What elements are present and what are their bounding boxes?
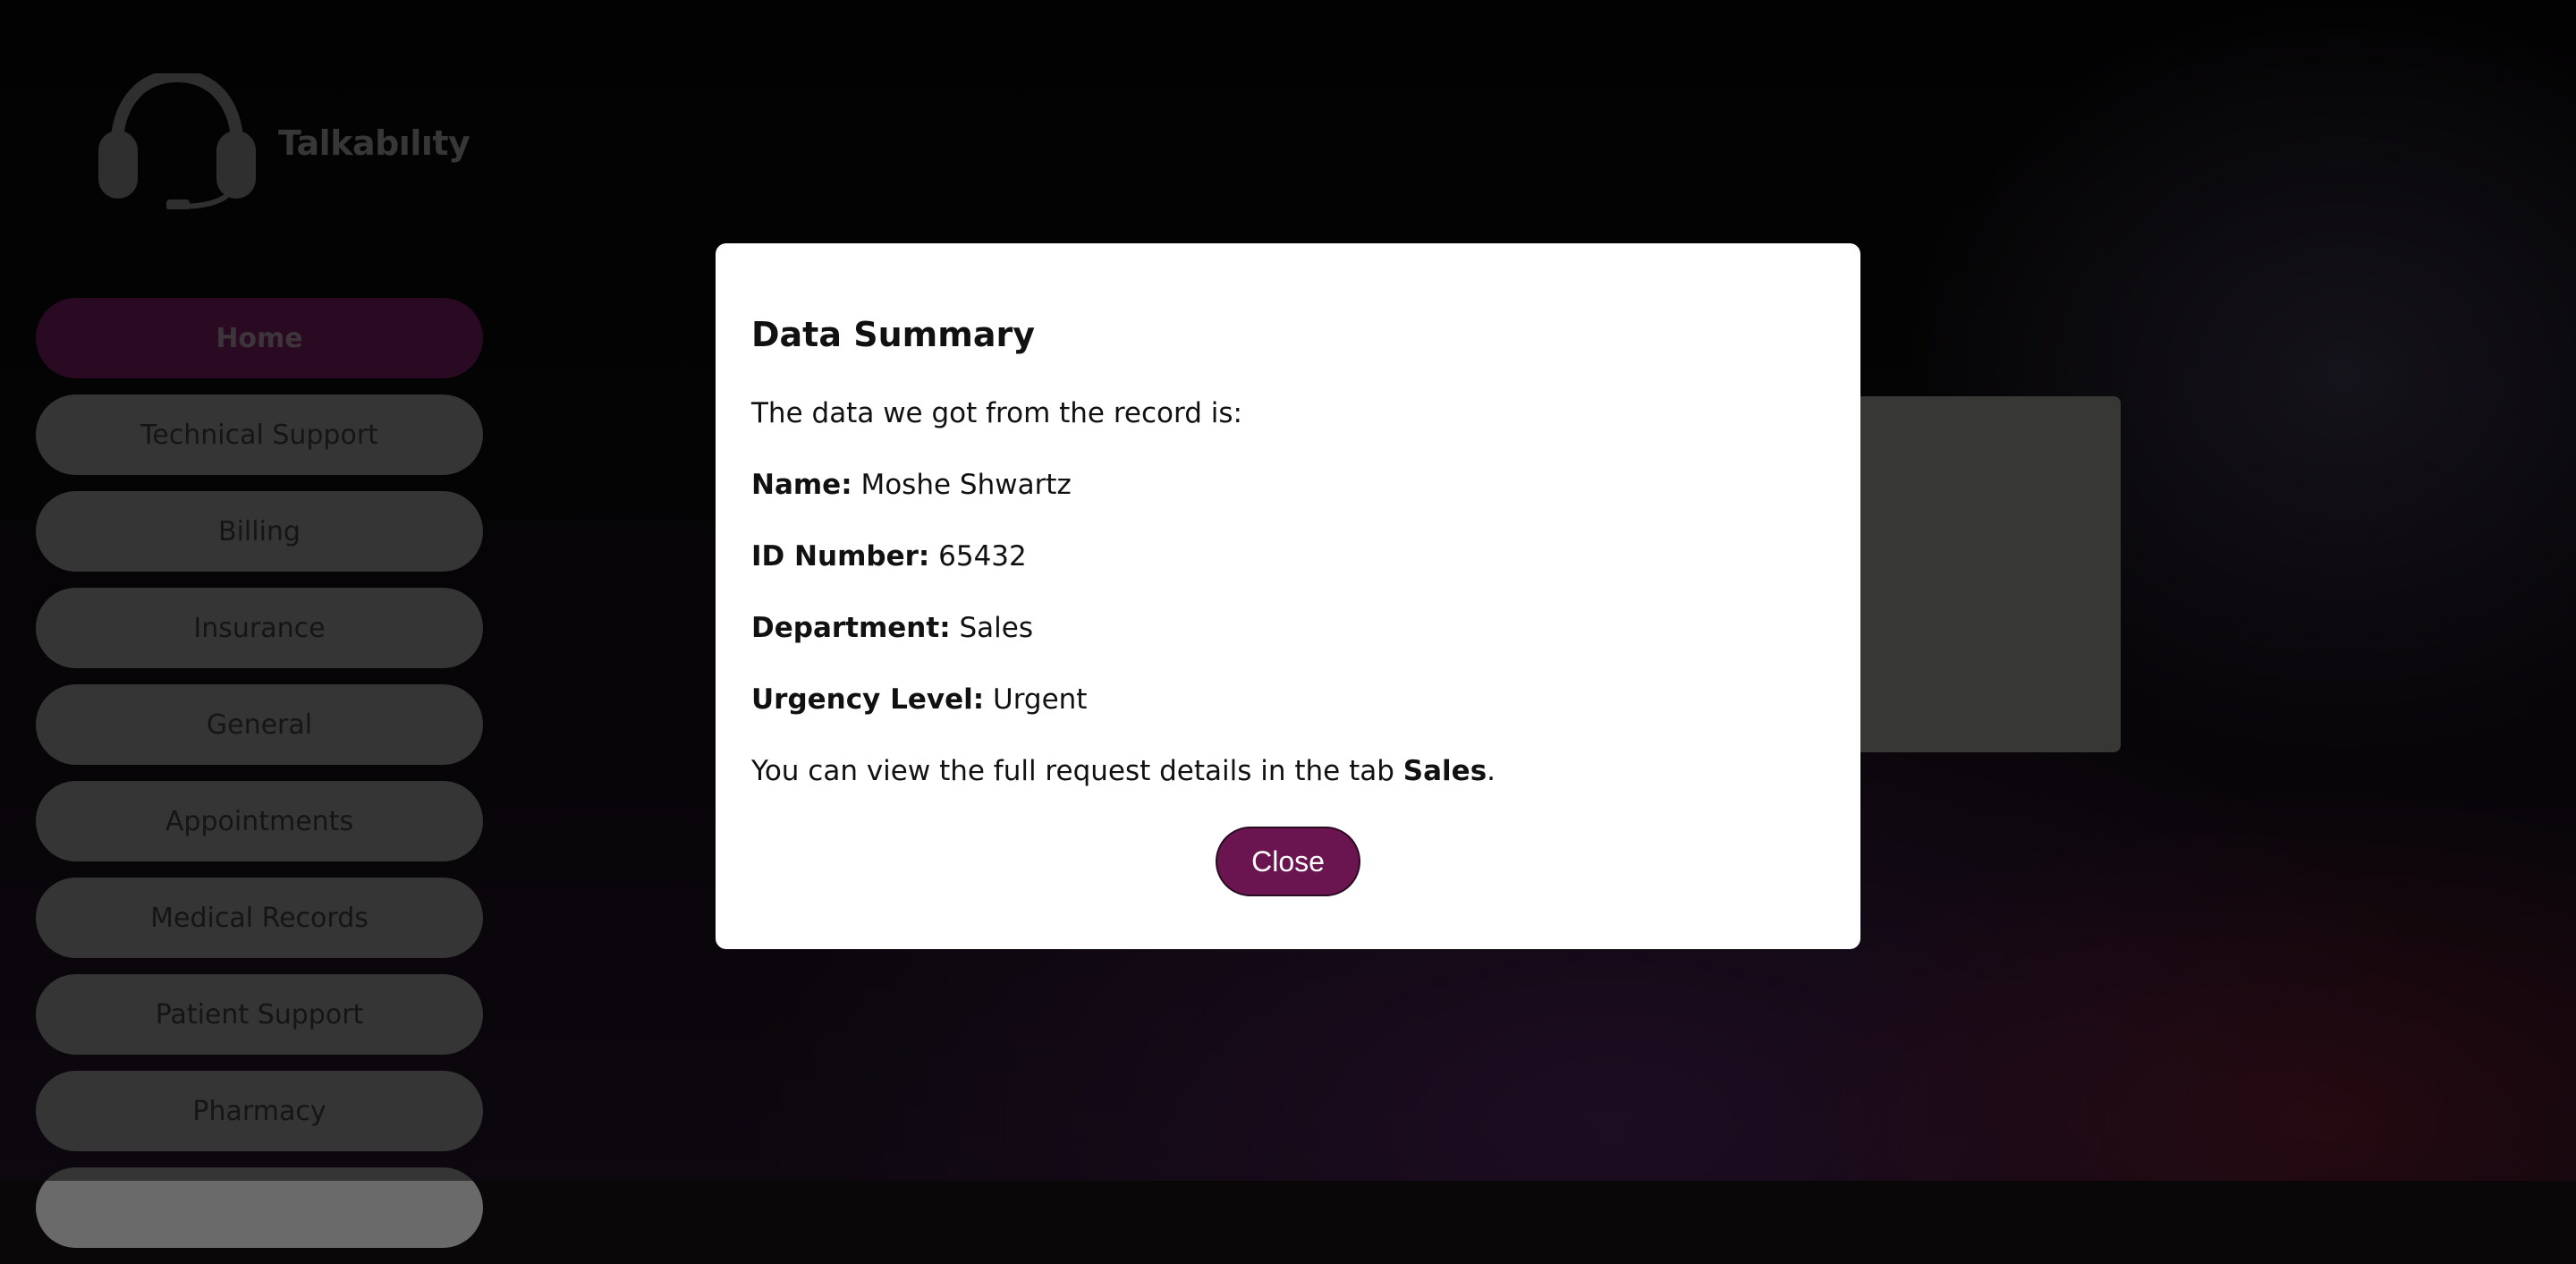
modal-footer-text: You can view the full request details in… bbox=[751, 755, 1496, 787]
field-name-value: Moshe Shwartz bbox=[860, 469, 1072, 501]
field-urgency: Urgency Level: Urgent bbox=[751, 683, 1087, 716]
field-department-label: Department: bbox=[751, 612, 951, 644]
field-department-value: Sales bbox=[959, 612, 1033, 644]
footer-suffix: . bbox=[1487, 755, 1496, 787]
field-id-value: 65432 bbox=[938, 540, 1027, 573]
data-summary-modal: Data Summary The data we got from the re… bbox=[716, 243, 1860, 949]
field-id: ID Number: 65432 bbox=[751, 540, 1027, 573]
footer-tab-name: Sales bbox=[1402, 755, 1487, 787]
field-urgency-label: Urgency Level: bbox=[751, 683, 985, 716]
modal-title: Data Summary bbox=[751, 315, 1035, 354]
field-name: Name: Moshe Shwartz bbox=[751, 469, 1072, 501]
field-id-label: ID Number: bbox=[751, 540, 930, 573]
field-urgency-value: Urgent bbox=[993, 683, 1088, 716]
field-department: Department: Sales bbox=[751, 612, 1033, 644]
modal-intro: The data we got from the record is: bbox=[751, 397, 1242, 429]
close-button[interactable]: Close bbox=[1216, 827, 1360, 896]
field-name-label: Name: bbox=[751, 469, 852, 501]
footer-prefix: You can view the full request details in… bbox=[751, 755, 1403, 787]
